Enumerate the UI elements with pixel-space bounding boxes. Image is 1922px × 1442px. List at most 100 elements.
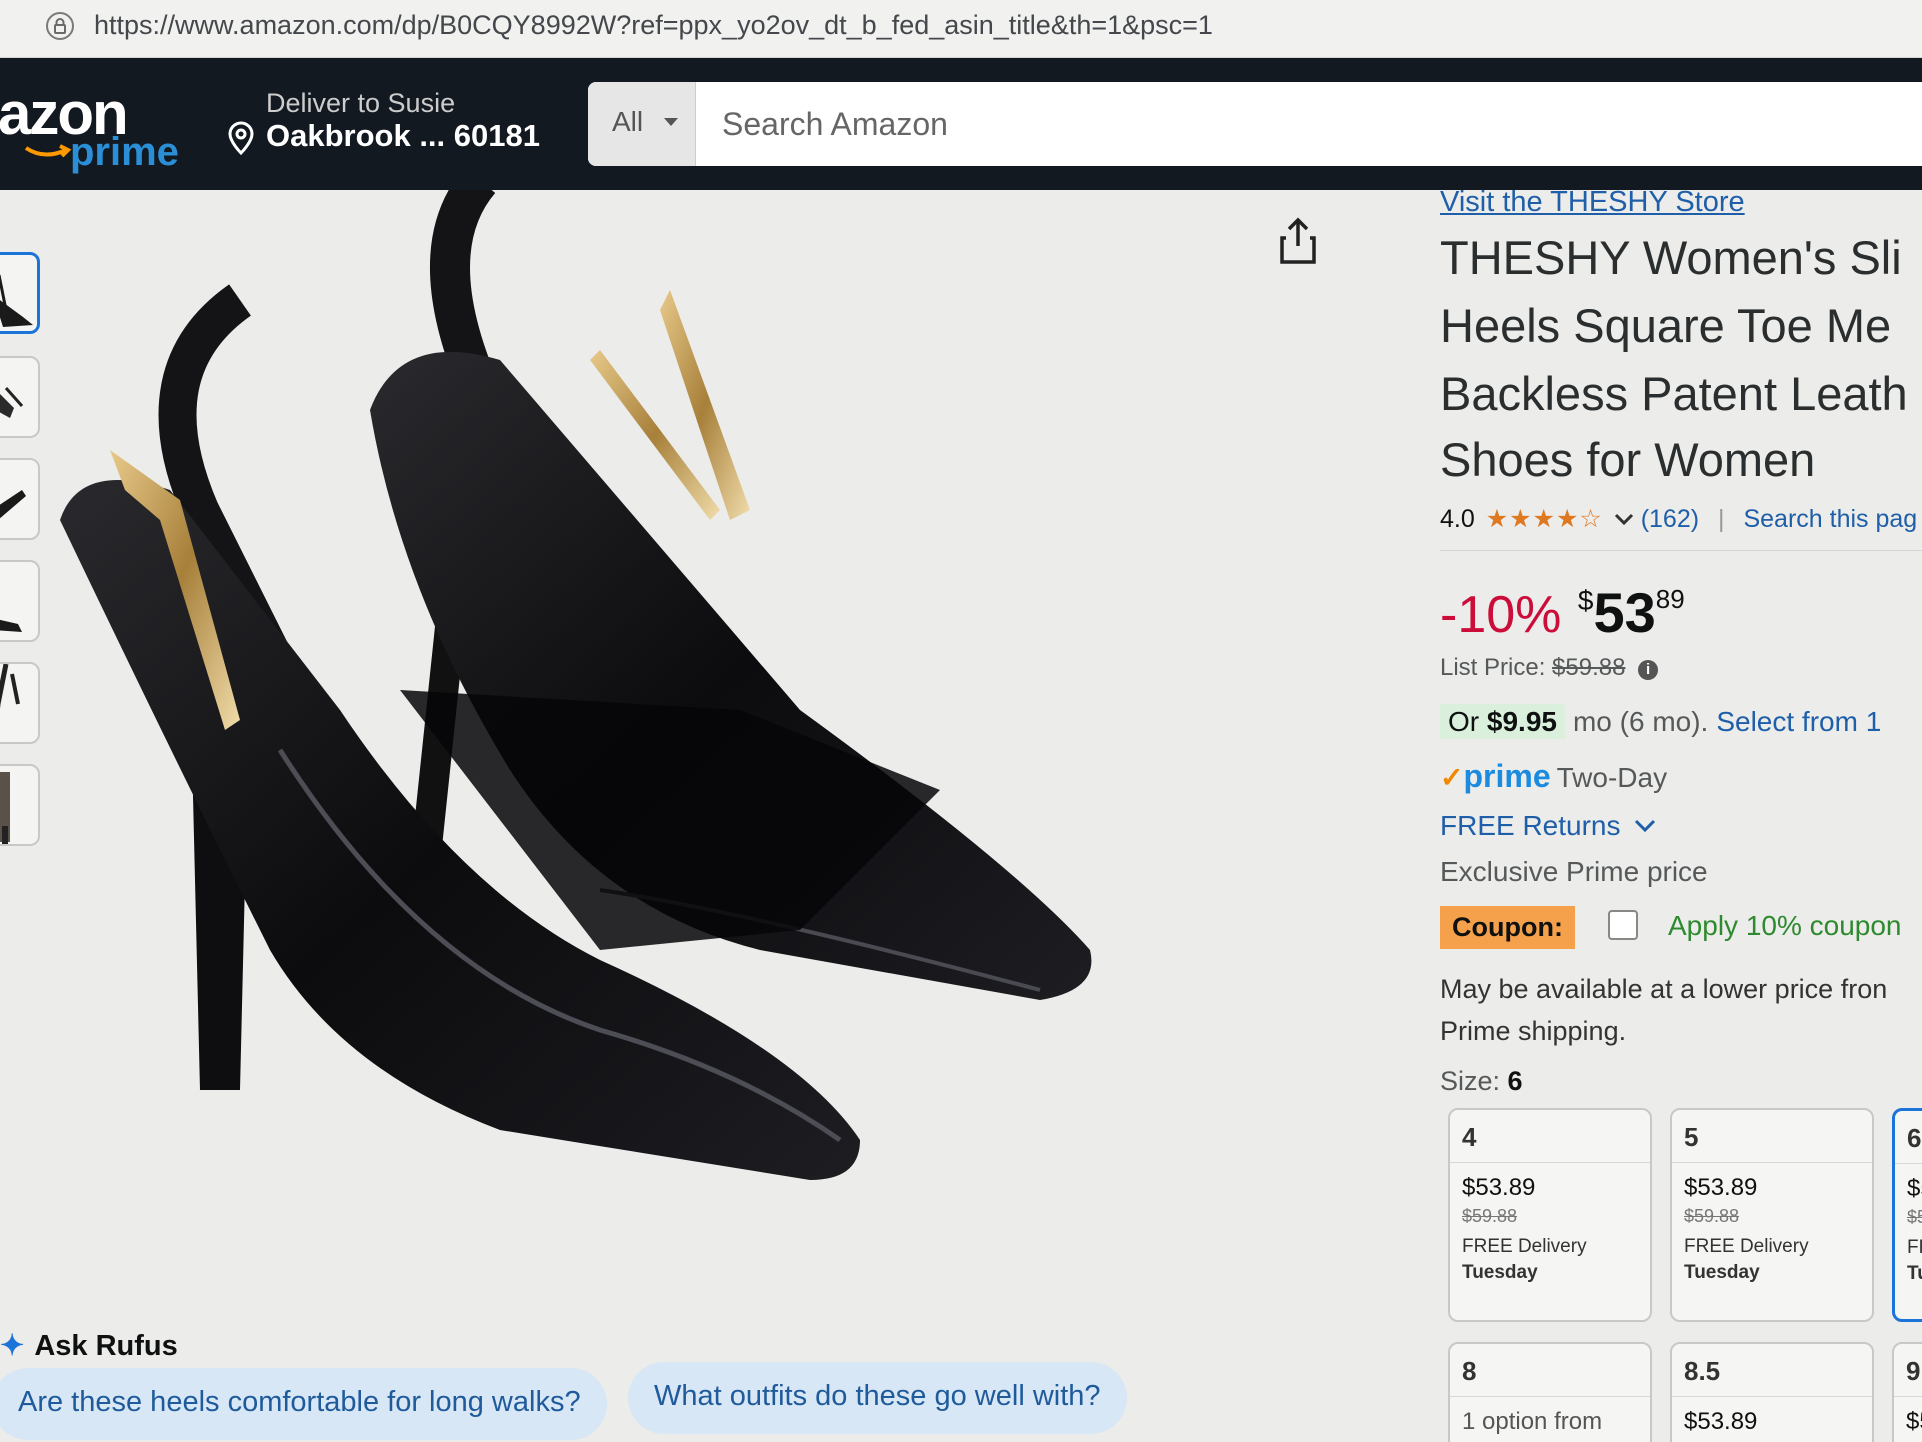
size-option-8-5[interactable]: 8.5 $53.89 xyxy=(1670,1342,1874,1442)
thumbnail-3[interactable] xyxy=(0,458,40,540)
divider xyxy=(1450,1396,1650,1397)
size-option-text: 1 option from xyxy=(1462,1408,1603,1435)
lower-price-note: May be available at a lower price fron P… xyxy=(1440,968,1887,1052)
size-price: $5 xyxy=(1907,1175,1922,1202)
size-option-6-selected[interactable]: 6 $5 $5 FR Tu xyxy=(1892,1108,1922,1322)
thumbnail-2[interactable] xyxy=(0,356,40,438)
product-title-line: Backless Patent Leath xyxy=(1440,367,1908,420)
thumbnail-4[interactable] xyxy=(0,560,40,642)
logo-prime: prime xyxy=(70,130,179,174)
search-input[interactable] xyxy=(696,82,1922,166)
size-option-4[interactable]: 4 $53.89 $59.88 FREE Delivery Tuesday xyxy=(1448,1108,1652,1322)
installment-pill: Or $9.95 xyxy=(1440,704,1565,739)
search-category-dropdown[interactable]: All xyxy=(588,82,696,166)
lower-price-line: Prime shipping. xyxy=(1440,1016,1627,1046)
size-delivery: FREE Delivery Tuesday xyxy=(1462,1234,1650,1286)
thumbnail-model-image xyxy=(0,772,10,844)
size-delivery-text: FR xyxy=(1907,1237,1922,1258)
thumbnail-shoe-image xyxy=(0,619,22,632)
info-icon[interactable]: i xyxy=(1638,660,1659,680)
prime-delivery-speed: Two-Day xyxy=(1556,762,1668,793)
size-label: Size: 6 xyxy=(1440,1066,1523,1097)
chevron-down-icon xyxy=(1635,819,1656,833)
chevron-down-icon xyxy=(664,118,678,126)
price-whole: 53 xyxy=(1593,581,1656,644)
thumbnail-shoe-image xyxy=(0,274,33,327)
rufus-question-chip[interactable]: Are these heels comfortable for long wal… xyxy=(0,1368,607,1440)
share-icon[interactable] xyxy=(1276,216,1320,266)
lock-icon xyxy=(46,12,74,40)
price-symbol: $ xyxy=(1577,585,1594,616)
divider xyxy=(1895,1163,1922,1164)
installment-amount: $9.95 xyxy=(1486,706,1557,737)
product-title-line: Shoes for Women xyxy=(1440,433,1816,486)
deliver-label: Deliver to Susie xyxy=(266,88,456,118)
ask-rufus-heading: ✦ Ask Rufus xyxy=(0,1328,178,1363)
browser-url-bar[interactable]: https://www.amazon.com/dp/B0CQY8992W?ref… xyxy=(0,0,1922,58)
size-option-8[interactable]: 8 1 option from xyxy=(1448,1342,1652,1442)
thumbnail-shoe-image xyxy=(0,387,24,418)
amazon-nav-bar: azon prime Deliver to Susie Oakbrook ...… xyxy=(0,58,1922,190)
prime-check-icon: ✓ xyxy=(1440,762,1464,793)
search-bar: All xyxy=(588,82,1922,166)
size-delivery-day: Tu xyxy=(1907,1263,1922,1284)
search-category-label: All xyxy=(612,106,644,137)
sparkle-icon: ✦ xyxy=(0,1330,25,1362)
rating-row: 4.0 ★★★★☆ (162) | Search this pag xyxy=(1440,504,1917,534)
thumbnail-model-image xyxy=(0,664,20,709)
installment-row: Or $9.95 mo (6 mo). Select from 1 xyxy=(1440,704,1881,739)
size-list-price: $5 xyxy=(1907,1207,1922,1227)
price-fraction: 89 xyxy=(1655,584,1685,614)
size-price: $53.89 xyxy=(1684,1408,1758,1435)
review-count-link[interactable]: (162) xyxy=(1641,505,1699,533)
exclusive-prime-price: Exclusive Prime price xyxy=(1440,856,1708,887)
rufus-question-chip[interactable]: What outfits do these go well with? xyxy=(628,1362,1127,1434)
visit-store-link[interactable]: Visit the THESHY Store xyxy=(1440,186,1745,219)
size-value: 6 xyxy=(1907,1123,1922,1153)
size-option-9[interactable]: 9 $5 xyxy=(1892,1342,1922,1442)
size-delivery-day: Tuesday xyxy=(1462,1262,1538,1283)
chevron-down-icon[interactable] xyxy=(1614,512,1634,526)
list-price-value: $59.88 xyxy=(1552,654,1626,681)
size-delivery-text: FREE Delivery xyxy=(1462,1236,1587,1257)
size-list-price: $59.88 xyxy=(1462,1206,1518,1226)
size-option-5[interactable]: 5 $53.89 $59.88 FREE Delivery Tuesday xyxy=(1670,1108,1874,1322)
free-returns-link[interactable]: FREE Returns xyxy=(1440,810,1656,842)
smile-arrow-icon xyxy=(24,144,72,158)
divider xyxy=(1440,550,1922,551)
prime-delivery-row: ✓prime Two-Day xyxy=(1440,758,1667,795)
size-price: $5 xyxy=(1906,1408,1922,1435)
separator: | xyxy=(1718,505,1725,533)
size-list-price: $59.88 xyxy=(1684,1206,1740,1226)
divider xyxy=(1450,1162,1650,1163)
coupon-checkbox[interactable] xyxy=(1608,910,1638,940)
amazon-prime-logo[interactable]: azon prime xyxy=(0,84,179,173)
installment-select-link[interactable]: Select from 1 xyxy=(1716,706,1881,737)
size-price: $53.89 xyxy=(1684,1174,1758,1201)
installment-prefix: Or xyxy=(1448,706,1480,737)
product-title-line: Heels Square Toe Me xyxy=(1440,299,1892,352)
size-delivery: FR Tu xyxy=(1907,1235,1922,1287)
coupon-badge: Coupon: xyxy=(1440,906,1575,949)
discount-percent: -10% xyxy=(1440,586,1562,644)
url-text[interactable]: https://www.amazon.com/dp/B0CQY8992W?ref… xyxy=(94,10,1213,41)
divider xyxy=(1894,1396,1922,1397)
size-value: 9 xyxy=(1906,1356,1921,1386)
divider xyxy=(1672,1396,1872,1397)
installment-term: mo (6 mo). xyxy=(1572,706,1709,737)
thumbnail-1[interactable] xyxy=(0,252,40,334)
size-value: 4 xyxy=(1462,1122,1477,1152)
search-this-page-link[interactable]: Search this pag xyxy=(1743,505,1917,533)
thumbnail-6[interactable] xyxy=(0,764,40,846)
apply-coupon-label[interactable]: Apply 10% coupon xyxy=(1668,910,1902,942)
thumbnail-5[interactable] xyxy=(0,662,40,744)
size-price: $53.89 xyxy=(1462,1174,1536,1201)
star-rating-icon[interactable]: ★★★★☆ xyxy=(1486,505,1603,533)
price-row: -10% $5389 xyxy=(1440,580,1685,645)
free-returns-label: FREE Returns xyxy=(1440,810,1621,841)
size-delivery-text: FREE Delivery xyxy=(1684,1236,1809,1257)
deliver-location: Oakbrook ... 60181 xyxy=(266,118,540,153)
thumbnail-shoe-image xyxy=(0,490,26,519)
divider xyxy=(1672,1162,1872,1163)
product-main-image[interactable] xyxy=(40,190,1400,1280)
